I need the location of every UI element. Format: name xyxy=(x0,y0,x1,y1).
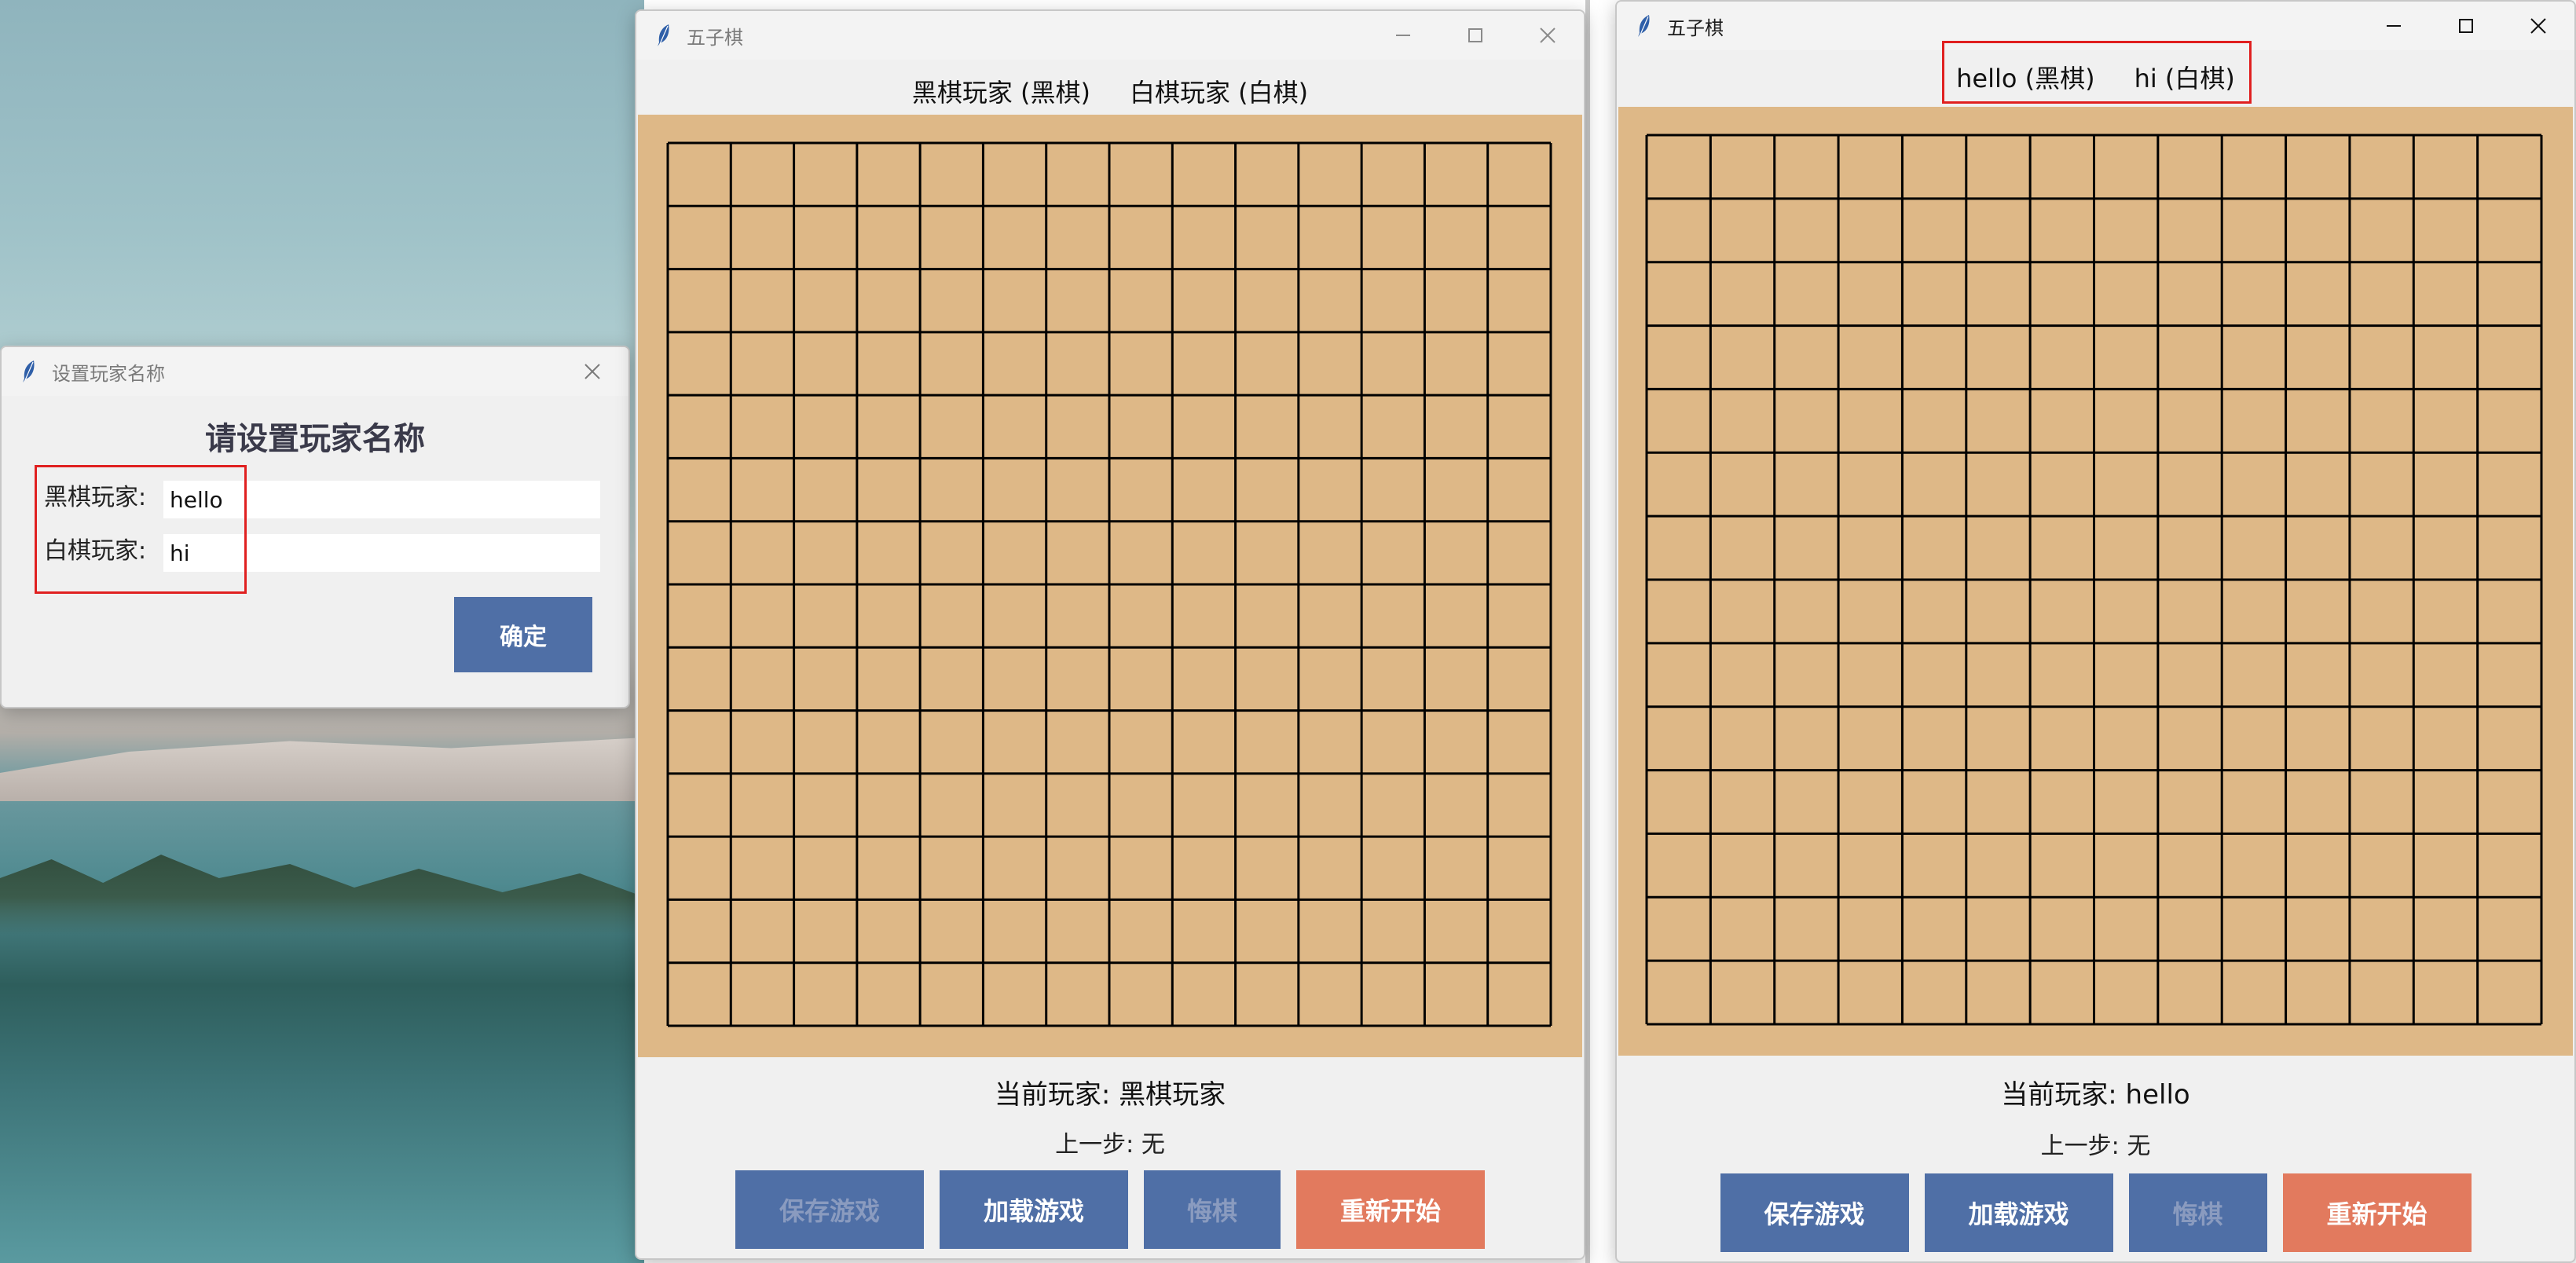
last-move-status: 上一步: 无 xyxy=(2040,1133,2151,1160)
close-button[interactable] xyxy=(1512,11,1584,60)
close-icon xyxy=(1540,27,1555,43)
feather-icon xyxy=(19,358,39,385)
minimize-icon xyxy=(2387,25,2401,27)
game-button-row: 保存游戏 加载游戏 悔棋 重新开始 xyxy=(1617,1173,2574,1252)
current-player-name: hello xyxy=(2125,1079,2190,1111)
current-player-status: 当前玩家: hello xyxy=(1617,1073,2574,1111)
dialog-heading: 请设置玩家名称 xyxy=(205,420,425,457)
players-bar: hello (黑棋) hi (白棋) xyxy=(1617,46,2574,108)
white-player-input[interactable] xyxy=(163,534,600,572)
black-player-input[interactable] xyxy=(163,481,600,518)
gomoku-board[interactable] xyxy=(638,115,1582,1057)
close-icon xyxy=(2530,18,2546,34)
gomoku-window-after: 五子棋 hello (黑棋) hi (白棋) 当前玩家: hello 上一步: … xyxy=(1615,0,2576,1263)
black-player-name: 黑棋玩家 (黑棋) xyxy=(911,78,1090,108)
save-game-button[interactable]: 保存游戏 xyxy=(735,1170,924,1249)
feather-icon xyxy=(654,22,674,49)
panel-gap xyxy=(1590,0,1615,1263)
undo-button[interactable]: 悔棋 xyxy=(2128,1173,2267,1252)
current-player-status: 当前玩家: 黑棋玩家 xyxy=(994,1079,1226,1111)
dialog-title: 设置玩家名称 xyxy=(52,362,165,385)
board-grid xyxy=(1645,134,2543,1026)
undo-button[interactable]: 悔棋 xyxy=(1144,1170,1281,1249)
save-game-button[interactable]: 保存游戏 xyxy=(1720,1173,1909,1252)
dialog-titlebar[interactable]: 设置玩家名称 xyxy=(2,347,628,396)
game-button-row: 保存游戏 加载游戏 悔棋 重新开始 xyxy=(636,1170,1584,1249)
wallpaper-hills xyxy=(0,738,644,801)
wallpaper-trees xyxy=(0,855,644,935)
minimize-icon xyxy=(1396,35,1410,36)
board-grid xyxy=(666,141,1552,1027)
players-bar: 黑棋玩家 (黑棋) 白棋玩家 (白棋) xyxy=(636,60,1584,123)
minimize-button[interactable] xyxy=(1367,11,1439,60)
white-player-name: 白棋玩家 (白棋) xyxy=(1130,78,1309,108)
confirm-button[interactable]: 确定 xyxy=(454,597,592,672)
maximize-button[interactable] xyxy=(2430,2,2502,50)
game-titlebar[interactable]: 五子棋 xyxy=(636,11,1584,60)
current-player-prefix: 当前玩家: xyxy=(2001,1079,2126,1111)
window-title: 五子棋 xyxy=(1667,16,1724,39)
close-button[interactable] xyxy=(2502,2,2574,50)
feather-icon xyxy=(1634,13,1654,39)
gomoku-board[interactable] xyxy=(1618,107,2573,1056)
maximize-icon xyxy=(2459,19,2473,33)
gomoku-window-before: 五子棋 黑棋玩家 (黑棋) 白棋玩家 (白棋) 当前玩家: 黑棋玩家 上一步: … xyxy=(635,9,1585,1260)
restart-button[interactable]: 重新开始 xyxy=(2282,1173,2472,1252)
game-titlebar[interactable]: 五子棋 xyxy=(1617,2,2574,50)
white-player-name: hi (白棋) xyxy=(2134,64,2235,93)
maximize-button[interactable] xyxy=(1439,11,1512,60)
black-player-label: 黑棋玩家: xyxy=(44,484,147,511)
close-icon xyxy=(584,364,600,379)
load-game-button[interactable]: 加载游戏 xyxy=(940,1170,1128,1249)
last-move-status: 上一步: 无 xyxy=(1055,1131,1165,1159)
minimize-button[interactable] xyxy=(2358,2,2430,50)
dialog-close-button[interactable] xyxy=(556,347,628,396)
maximize-icon xyxy=(1468,28,1482,42)
white-player-label: 白棋玩家: xyxy=(44,537,147,565)
restart-button[interactable]: 重新开始 xyxy=(1296,1170,1485,1249)
black-player-name: hello (黑棋) xyxy=(1956,64,2095,93)
window-title: 五子棋 xyxy=(687,26,743,49)
set-player-names-dialog: 设置玩家名称 请设置玩家名称 黑棋玩家: 白棋玩家: 确定 xyxy=(0,346,630,708)
load-game-button[interactable]: 加载游戏 xyxy=(1924,1173,2113,1252)
